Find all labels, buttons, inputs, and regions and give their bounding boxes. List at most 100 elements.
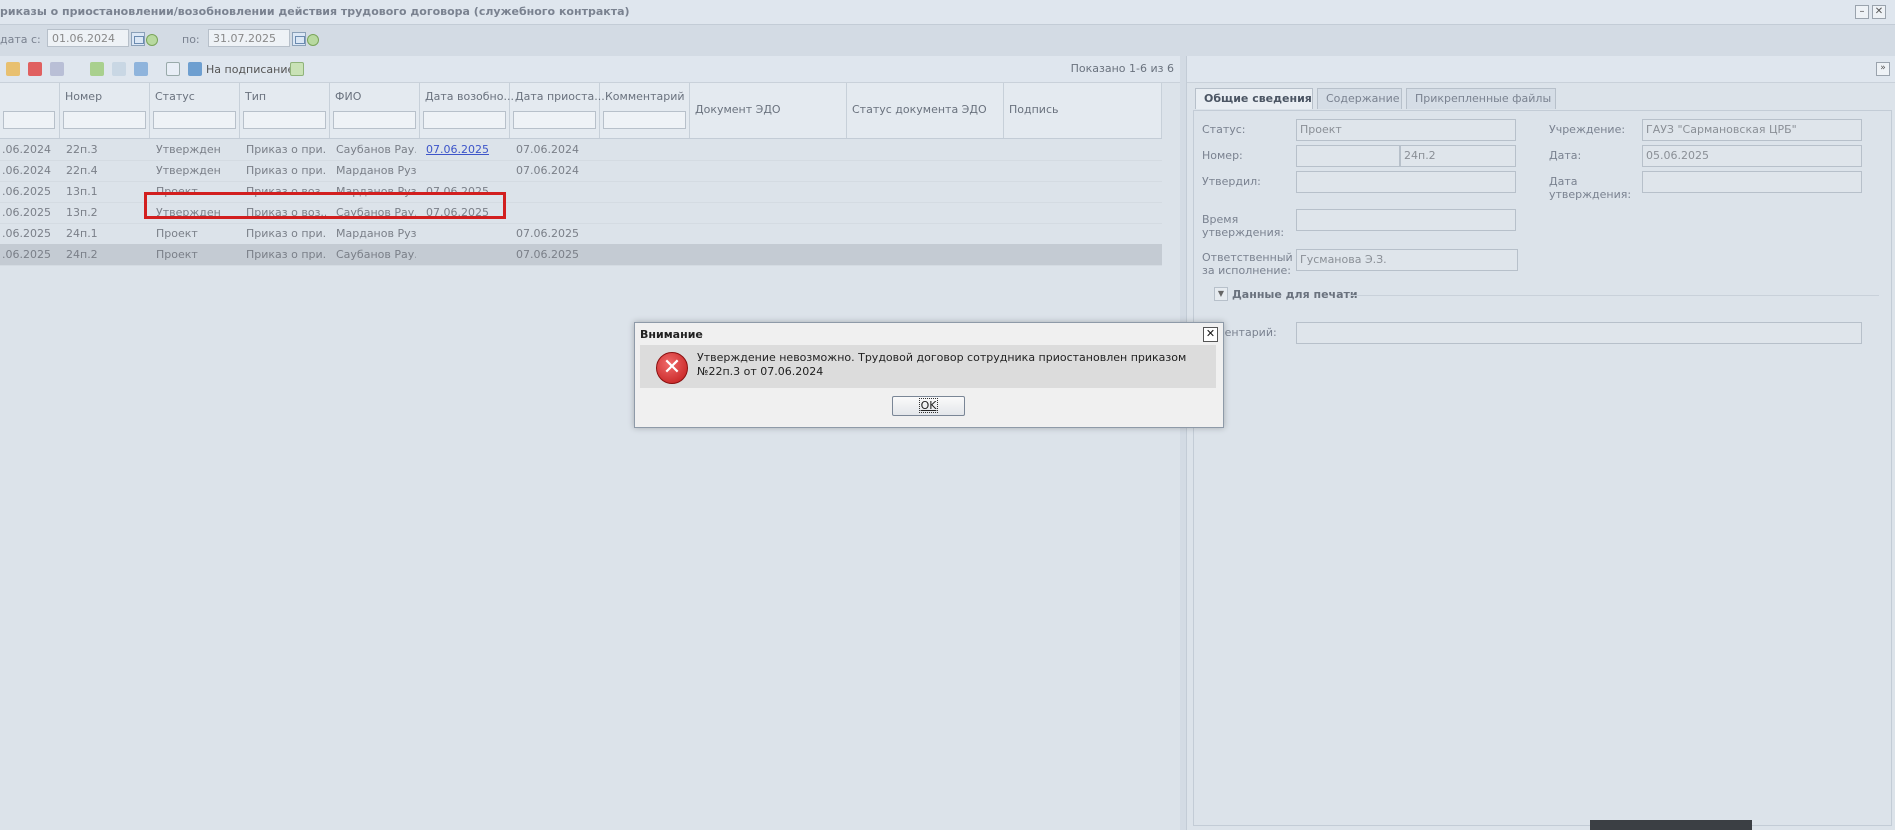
print-dropdown-icon[interactable] <box>134 62 148 76</box>
approval-date-field[interactable] <box>1642 171 1862 193</box>
date-field[interactable]: 05.06.2025 <box>1642 145 1862 167</box>
comment-field[interactable] <box>1296 322 1862 344</box>
approval-time-field[interactable] <box>1296 209 1516 231</box>
orders-grid-panel: На подписание Показано 1-6 из 6 Номер Ст… <box>0 56 1180 830</box>
collapse-section-icon[interactable]: ▼ <box>1214 287 1228 301</box>
approved-by-field[interactable] <box>1296 171 1516 193</box>
number-label: Номер: <box>1202 149 1243 162</box>
refresh-icon[interactable] <box>307 34 319 46</box>
col-type[interactable]: Тип <box>240 83 330 138</box>
date-filter-field[interactable] <box>3 111 55 129</box>
edit-icon[interactable] <box>6 62 20 76</box>
date-filter-bar: дата с: 01.06.2024 по: 31.07.2025 <box>0 27 1180 53</box>
number-field[interactable]: 24п.2 <box>1400 145 1516 167</box>
resume-date-filter[interactable] <box>423 111 506 129</box>
export-icon[interactable] <box>166 62 180 76</box>
cell-number: 13п.2 <box>66 206 98 219</box>
responsible-label: Ответственный за исполнение: <box>1202 251 1293 277</box>
col-header-label: Статус документа ЭДО <box>852 103 987 116</box>
print-data-section[interactable]: Данные для печати <box>1232 288 1358 301</box>
cell-date: .06.2025 <box>2 227 51 240</box>
table-row-selected[interactable]: .06.2025 24п.2 Проект Приказ о при... Са… <box>0 244 1162 266</box>
col-edo-document[interactable]: Документ ЭДО <box>690 83 847 138</box>
close-icon[interactable]: ✕ <box>1203 327 1218 342</box>
col-signature[interactable]: Подпись <box>1004 83 1162 138</box>
tab-attachments[interactable]: Прикрепленные файлы <box>1406 88 1556 109</box>
collapse-panel-icon[interactable]: » <box>1876 62 1890 76</box>
date-from-input[interactable]: 01.06.2024 <box>47 29 129 47</box>
cell-fio: Марданов Руз... <box>336 164 416 177</box>
date-from-label: дата с: <box>0 33 41 46</box>
cell-suspend-date: 07.06.2024 <box>516 143 579 156</box>
cell-date: .06.2024 <box>2 143 51 156</box>
status-field[interactable]: Проект <box>1296 119 1516 141</box>
approve-icon[interactable] <box>90 62 104 76</box>
col-header-label: Дата возобно... <box>425 90 514 103</box>
dialog-body: ✕ Утверждение невозможно. Трудовой догов… <box>640 345 1216 388</box>
cell-fio: Саубанов Рау... <box>336 143 416 156</box>
col-status[interactable]: Статус <box>150 83 240 138</box>
cell-fio: Марданов Руз... <box>336 227 416 240</box>
highlight-box <box>144 192 506 219</box>
col-date[interactable] <box>0 83 60 138</box>
calendar-icon[interactable] <box>131 32 145 46</box>
col-header-label: Статус <box>155 90 195 103</box>
taskbar-fragment <box>1590 820 1752 830</box>
grid-toolbar: На подписание Показано 1-6 из 6 <box>0 56 1180 83</box>
col-resume-date[interactable]: Дата возобно... <box>420 83 514 138</box>
error-icon: ✕ <box>656 352 688 384</box>
delete-icon[interactable] <box>28 62 42 76</box>
status-filter-select[interactable] <box>153 111 236 129</box>
cell-type: Приказ о при... <box>246 164 326 177</box>
suspend-date-filter[interactable] <box>513 111 596 129</box>
general-info-form: Статус: Проект Учреждение: ГАУЗ "Сармано… <box>1193 110 1892 826</box>
col-number[interactable]: Номер <box>60 83 150 138</box>
cell-resume-date-link[interactable]: 07.06.2025 <box>426 143 489 156</box>
col-edo-status[interactable]: Статус документа ЭДО <box>847 83 1004 138</box>
fio-filter-field[interactable] <box>333 111 416 129</box>
col-comment[interactable]: Комментарий <box>600 83 690 138</box>
comment-filter-field[interactable] <box>603 111 686 129</box>
date-to-label: по: <box>182 33 200 46</box>
table-row[interactable]: .06.2024 22п.3 Утвержден Приказ о при...… <box>0 139 1162 161</box>
col-header-label: Номер <box>65 90 103 103</box>
window-titlebar: риказы о приостановлении/возобновлении д… <box>0 0 1895 25</box>
col-header-label: Дата приоста... <box>515 90 605 103</box>
cell-status: Проект <box>156 227 198 240</box>
refresh-icon[interactable] <box>290 62 304 76</box>
status-label: Статус: <box>1202 123 1246 136</box>
cell-number: 24п.2 <box>66 248 98 261</box>
table-header: Номер Статус Тип ФИО Дата возобно... Дат… <box>0 83 1162 139</box>
number-prefix-field[interactable] <box>1296 145 1400 167</box>
dialog-title: Внимание <box>640 328 703 341</box>
section-divider <box>1349 295 1879 296</box>
date-to-input[interactable]: 31.07.2025 <box>208 29 290 47</box>
number-filter-field[interactable] <box>63 111 146 129</box>
send-to-sign-button[interactable]: На подписание <box>206 63 294 76</box>
responsible-field[interactable]: Гусманова Э.З. <box>1296 249 1518 271</box>
refresh-icon[interactable] <box>146 34 158 46</box>
cell-type: Приказ о при... <box>246 227 326 240</box>
settings-dropdown-icon[interactable] <box>50 62 64 76</box>
col-fio[interactable]: ФИО <box>330 83 420 138</box>
window-title: риказы о приостановлении/возобновлении д… <box>0 5 630 18</box>
tab-general[interactable]: Общие сведения <box>1195 88 1313 109</box>
cell-suspend-date: 07.06.2025 <box>516 248 579 261</box>
institution-field[interactable]: ГАУЗ "Сармановская ЦРБ" <box>1642 119 1862 141</box>
calendar-icon[interactable] <box>292 32 306 46</box>
col-suspend-date[interactable]: Дата приоста... <box>510 83 605 138</box>
col-header-label: Комментарий <box>605 90 685 103</box>
col-header-label: Документ ЭДО <box>695 103 781 116</box>
unapprove-icon[interactable] <box>112 62 126 76</box>
cell-status: Утвержден <box>156 164 221 177</box>
sign-icon <box>188 62 202 76</box>
table-row[interactable]: .06.2024 22п.4 Утвержден Приказ о при...… <box>0 160 1162 182</box>
col-header-label: ФИО <box>335 90 362 103</box>
close-window-button[interactable]: ✕ <box>1872 5 1886 19</box>
ok-button[interactable]: OK <box>892 396 965 416</box>
tab-content[interactable]: Содержание <box>1317 88 1402 109</box>
minimize-button[interactable]: – <box>1855 5 1869 19</box>
table-row[interactable]: .06.2025 24п.1 Проект Приказ о при... Ма… <box>0 223 1162 245</box>
institution-label: Учреждение: <box>1549 123 1626 136</box>
type-filter-select[interactable] <box>243 111 326 129</box>
